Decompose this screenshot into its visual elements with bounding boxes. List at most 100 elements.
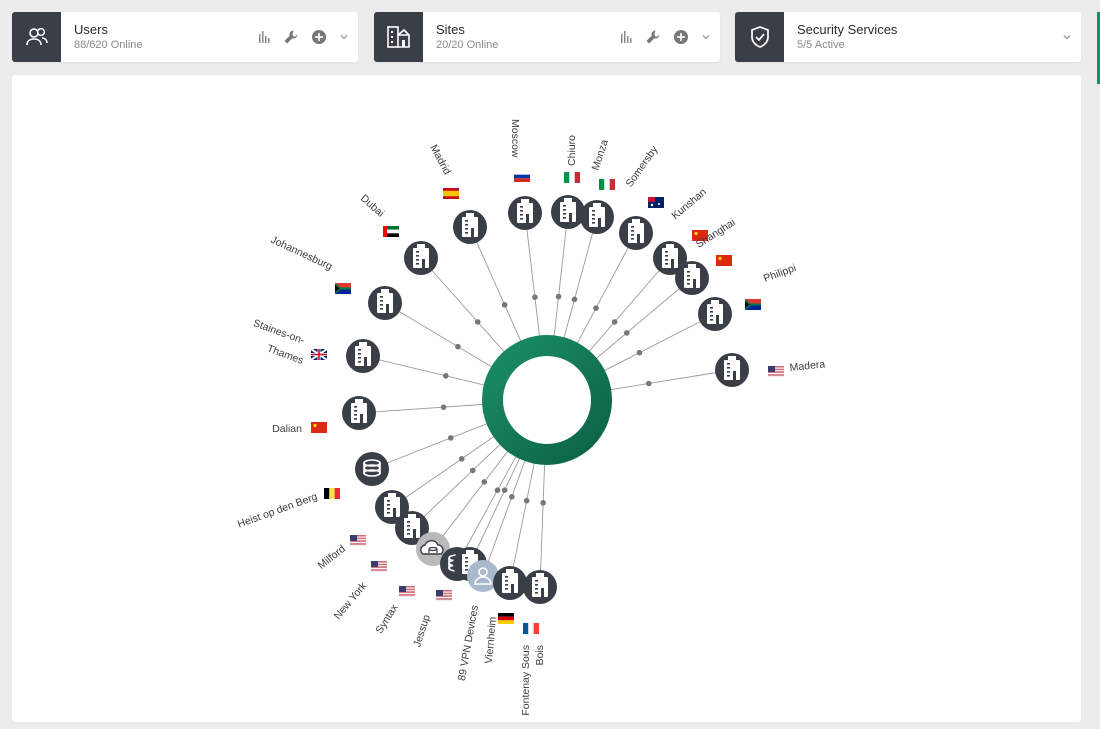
flag-it [599, 179, 615, 190]
database-node[interactable] [355, 452, 389, 486]
site-node[interactable] [368, 286, 402, 320]
flag-es [443, 188, 459, 199]
connection-dot [501, 302, 508, 308]
site-label: Jessup [411, 613, 433, 649]
connection-dot [509, 494, 515, 500]
flag-za [335, 283, 351, 294]
connection-dot [494, 487, 501, 494]
site-node[interactable] [580, 200, 614, 234]
connection-dot [455, 343, 461, 350]
sites-card[interactable]: Sites 20/20 Online [374, 12, 720, 62]
hub-node[interactable] [482, 335, 612, 465]
site-node[interactable] [551, 195, 585, 229]
flag-gb [310, 348, 328, 361]
connection-dot [481, 479, 488, 485]
site-node[interactable] [715, 353, 749, 387]
site-node[interactable] [619, 216, 653, 250]
users-title: Users [74, 22, 108, 37]
connection-dot [636, 349, 643, 356]
site-label: Dalian [272, 423, 302, 435]
site-node[interactable] [523, 570, 557, 604]
connection-dot [440, 404, 447, 410]
plus-circle-icon[interactable] [673, 29, 689, 45]
flag-de [498, 613, 514, 624]
flag-us [350, 535, 366, 546]
site-node[interactable] [675, 261, 709, 295]
site-label-line2: Bois [534, 645, 546, 665]
site-node[interactable] [342, 396, 376, 430]
site-node[interactable] [508, 196, 542, 230]
site-node[interactable] [698, 297, 732, 331]
flag-ru [514, 171, 530, 182]
shield-icon [735, 12, 784, 62]
connection-dot [645, 380, 652, 387]
security-title: Security Services [797, 22, 898, 37]
site-label: Kunshan [669, 186, 709, 222]
users-card[interactable]: Users 88/620 Online [12, 12, 358, 62]
connection-dot [443, 373, 449, 379]
wrench-icon[interactable] [645, 29, 661, 45]
site-label: 89 VPN Devices [456, 604, 481, 681]
buildings-icon [374, 12, 423, 62]
flag-au [648, 197, 664, 208]
connection-dot [469, 467, 476, 474]
chevron-down-icon[interactable] [339, 32, 349, 42]
bar-chart-icon[interactable] [619, 30, 633, 44]
site-label: Syntax [373, 602, 401, 636]
connection-dot [611, 319, 618, 325]
sites-title: Sites [436, 22, 465, 37]
connection-dot [447, 435, 454, 441]
users-online-count: 88/620 Online [74, 39, 143, 51]
connection-dot [555, 293, 562, 300]
site-node[interactable] [453, 210, 487, 244]
flag-za [745, 299, 761, 310]
security-active-count: 5/5 Active [797, 39, 845, 51]
connection-dot [540, 500, 546, 506]
site-label: Somersby [624, 143, 661, 189]
flag-us [371, 561, 387, 572]
connection-dot [458, 456, 465, 462]
connection-dot [571, 296, 578, 303]
site-label: Milford [316, 543, 348, 572]
flag-cn [311, 422, 327, 433]
site-label: Monza [590, 138, 611, 172]
chevron-down-icon[interactable] [701, 32, 711, 42]
connection-dot [593, 305, 599, 311]
site-label: Philippi [762, 262, 798, 285]
network-topology-panel: Moscow Chiuro Monza Somersby Kunshan Shanghai… [12, 75, 1081, 722]
connection-dot [523, 497, 530, 504]
chevron-down-icon[interactable] [1062, 32, 1072, 42]
site-label: New York [332, 580, 370, 622]
site-node[interactable] [404, 241, 438, 275]
flag-ae [383, 226, 399, 237]
site-label: Viernheim [483, 616, 499, 664]
security-services-card[interactable]: Security Services 5/5 Active [735, 12, 1081, 62]
network-topology-map: Moscow Chiuro Monza SomersbyKunshanShanghai… [236, 119, 826, 716]
site-node[interactable] [346, 339, 380, 373]
site-node[interactable] [493, 566, 527, 600]
site-label: Madera [789, 358, 826, 374]
flag-cn [716, 255, 732, 266]
plus-circle-icon[interactable] [311, 29, 327, 45]
flag-fr [523, 623, 539, 634]
site-label: Staines-on- [252, 317, 307, 347]
site-label: Heist op den Berg [236, 490, 319, 530]
site-label-line2: Thames [265, 343, 305, 367]
connection-dot [501, 487, 508, 494]
users-icon [12, 12, 61, 62]
site-label: Chiuro [566, 135, 578, 166]
flag-it [564, 172, 580, 183]
connection-dot [532, 294, 538, 300]
site-label: Madrid [427, 143, 453, 177]
site-label: Dubai [358, 192, 386, 219]
flag-us [768, 366, 784, 377]
wrench-icon[interactable] [283, 29, 299, 45]
connection-dot [474, 319, 481, 325]
flag-be [324, 488, 340, 499]
site-label: Moscow [509, 119, 521, 158]
sites-online-count: 20/20 Online [436, 39, 499, 51]
flag-us [436, 590, 452, 601]
connection-dot [623, 330, 630, 336]
flag-us [399, 586, 415, 597]
bar-chart-icon[interactable] [257, 30, 271, 44]
